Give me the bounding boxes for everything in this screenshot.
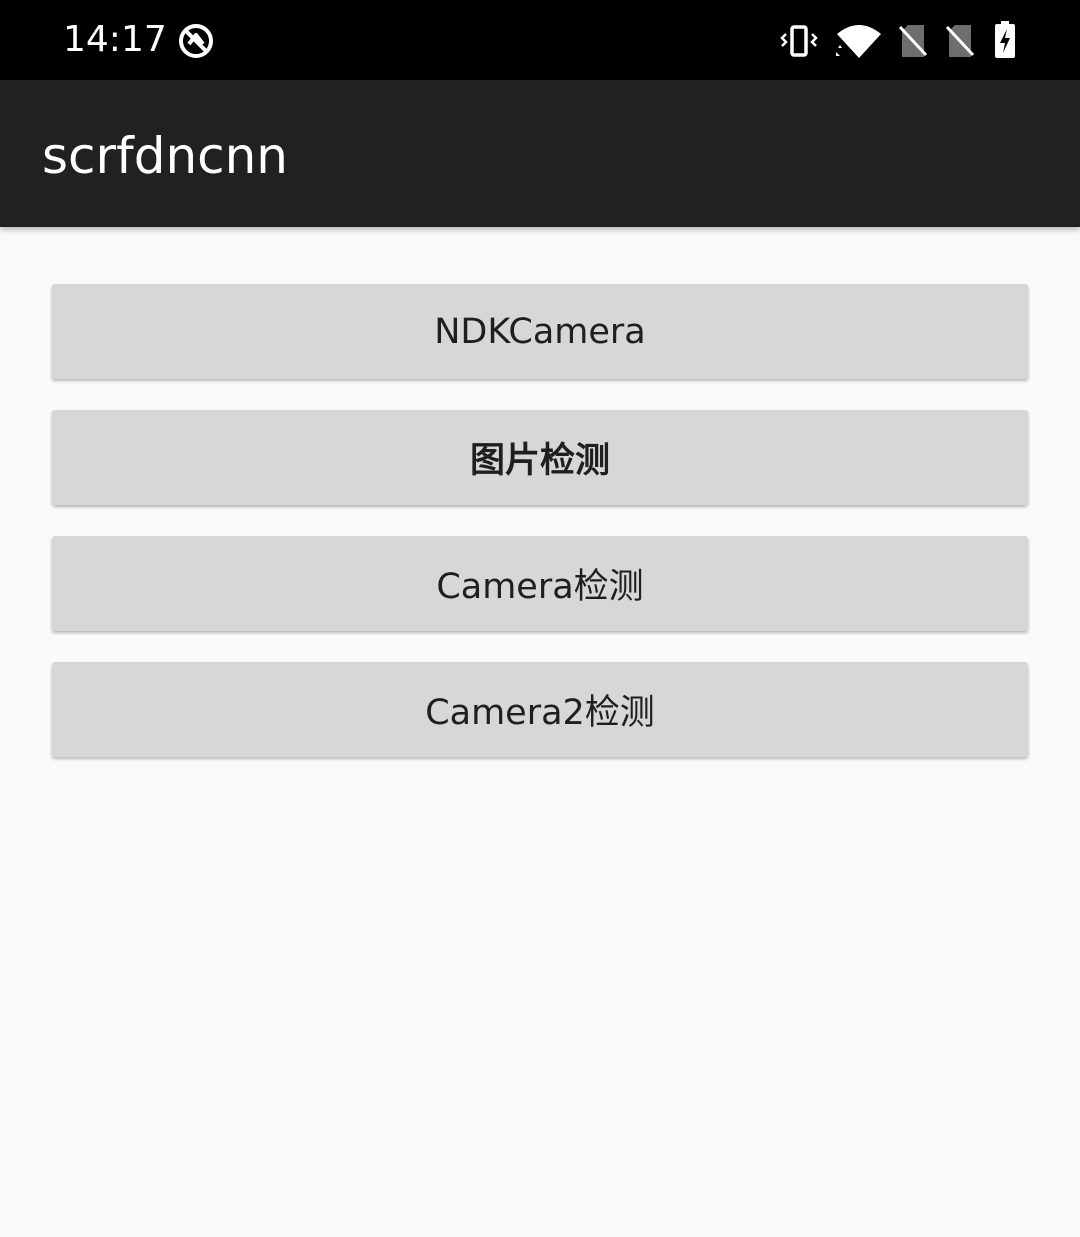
image-detect-button[interactable]: 图片检测: [52, 410, 1028, 505]
battery-charging-icon: [995, 21, 1015, 58]
status-bar: 14:17: [0, 0, 1080, 80]
image-detect-button-label: 图片检测: [469, 441, 610, 481]
camera2-detect-button[interactable]: Camera2检测: [52, 662, 1028, 757]
status-time: 14:17: [63, 19, 167, 60]
camera2-detect-button-label: Camera2检测: [425, 693, 655, 733]
vibrate-icon: [780, 25, 818, 57]
wifi-icon: [836, 25, 881, 58]
do-not-disturb-icon: [179, 24, 213, 58]
ndkcamera-button-label: NDKCamera: [434, 311, 646, 352]
no-sim-icon: [898, 25, 928, 57]
no-sim-icon: [945, 25, 975, 57]
ndkcamera-button[interactable]: NDKCamera: [52, 284, 1028, 379]
app-title: scrfdncnn: [42, 127, 288, 185]
camera-detect-button-label: Camera检测: [436, 567, 644, 607]
camera-detect-button[interactable]: Camera检测: [52, 536, 1028, 631]
